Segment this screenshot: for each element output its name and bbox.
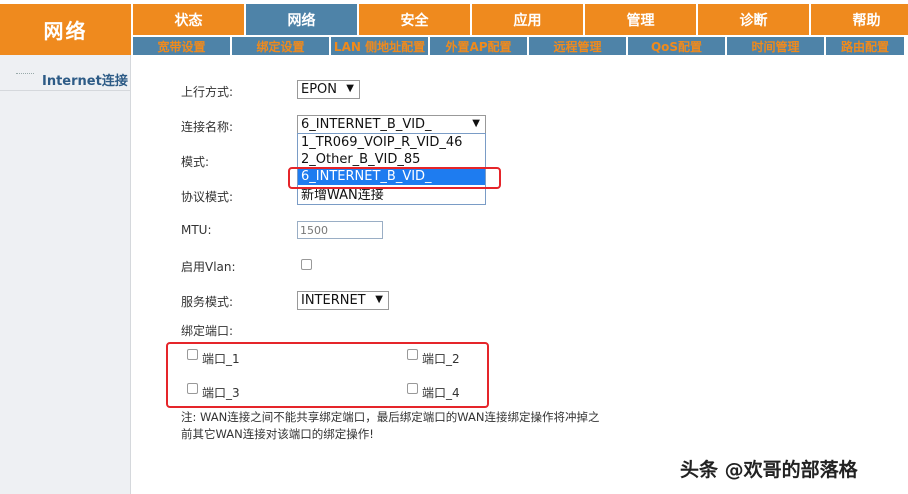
top-navigation: 网络 状态 网络 安全 应用 管理 诊断 帮助 宽带设置 绑定设置 LAN 侧地… [0, 0, 908, 55]
subtab-remote-management[interactable]: 远程管理 [527, 37, 626, 55]
sub-tabs: 宽带设置 绑定设置 LAN 侧地址配置 外置AP配置 远程管理 QoS配置 时间… [131, 37, 904, 55]
uplink-label: 上行方式: [181, 85, 234, 99]
service-mode-select[interactable]: INTERNET ▼ [297, 291, 389, 310]
port-4-checkbox[interactable] [407, 383, 418, 394]
tab-network[interactable]: 网络 [244, 4, 357, 35]
port-1-checkbox[interactable] [187, 349, 198, 360]
mtu-input[interactable]: 1500 [297, 221, 383, 239]
mtu-label: MTU: [181, 223, 212, 237]
sidebar-item-internet[interactable]: Internet连接 [0, 69, 131, 89]
conn-option[interactable]: 1_TR069_VOIP_R_VID_46 [298, 134, 485, 151]
tab-diagnosis[interactable]: 诊断 [696, 4, 809, 35]
subtab-lan-address[interactable]: LAN 侧地址配置 [329, 37, 428, 55]
subtab-binding[interactable]: 绑定设置 [230, 37, 329, 55]
subtab-qos[interactable]: QoS配置 [626, 37, 725, 55]
port-1-label: 端口_1 [202, 352, 240, 366]
watermark: 头条 @欢哥的部落格 [680, 459, 858, 481]
sidebar: Internet连接 [0, 55, 131, 494]
binding-note: 注: WAN连接之间不能共享绑定端口，最后绑定端口的WAN连接绑定操作将冲掉之 … [181, 409, 621, 443]
tab-application[interactable]: 应用 [470, 4, 583, 35]
dropdown-arrow-icon: ▼ [346, 83, 354, 94]
bind-port-label: 绑定端口: [181, 324, 234, 338]
port-2-checkbox[interactable] [407, 349, 418, 360]
vlan-checkbox[interactable] [301, 259, 312, 270]
uplink-select[interactable]: EPON ▼ [297, 80, 360, 99]
tab-status[interactable]: 状态 [131, 4, 244, 35]
vlan-label: 启用Vlan: [181, 260, 236, 274]
conn-name-label: 连接名称: [181, 120, 234, 134]
annotation-highlight-box [288, 167, 501, 189]
subtab-time-management[interactable]: 时间管理 [725, 37, 824, 55]
protocol-label: 协议模式: [181, 190, 234, 204]
port-3-label: 端口_3 [202, 386, 240, 400]
conn-option[interactable]: 2_Other_B_VID_85 [298, 151, 485, 168]
conn-name-value: 6_INTERNET_B_VID_ [301, 117, 432, 132]
section-logo: 网络 [0, 4, 131, 55]
sidebar-divider [0, 90, 131, 91]
main-tabs: 状态 网络 安全 应用 管理 诊断 帮助 [131, 4, 908, 35]
tab-security[interactable]: 安全 [357, 4, 470, 35]
port-2-label: 端口_2 [422, 352, 460, 366]
note-line-2: 前其它WAN连接对该端口的绑定操作! [181, 427, 374, 441]
conn-name-select[interactable]: 6_INTERNET_B_VID_ ▼ [297, 115, 486, 134]
subtab-routing[interactable]: 路由配置 [824, 37, 904, 55]
service-mode-label: 服务模式: [181, 295, 234, 309]
subtab-broadband[interactable]: 宽带设置 [131, 37, 230, 55]
service-mode-value: INTERNET [301, 293, 366, 308]
tab-management[interactable]: 管理 [583, 4, 696, 35]
port-3-checkbox[interactable] [187, 383, 198, 394]
port-4-label: 端口_4 [422, 386, 460, 400]
dropdown-arrow-icon: ▼ [375, 294, 383, 305]
mode-label: 模式: [181, 155, 210, 169]
main-content: 上行方式: EPON ▼ 连接名称: 6_INTERNET_B_VID_ ▼ 1… [131, 55, 908, 494]
note-line-1: 注: WAN连接之间不能共享绑定端口，最后绑定端口的WAN连接绑定操作将冲掉之 [181, 410, 600, 424]
tab-help[interactable]: 帮助 [809, 4, 908, 35]
dropdown-arrow-icon: ▼ [472, 118, 480, 129]
subtab-external-ap[interactable]: 外置AP配置 [428, 37, 527, 55]
uplink-value: EPON [301, 82, 338, 97]
